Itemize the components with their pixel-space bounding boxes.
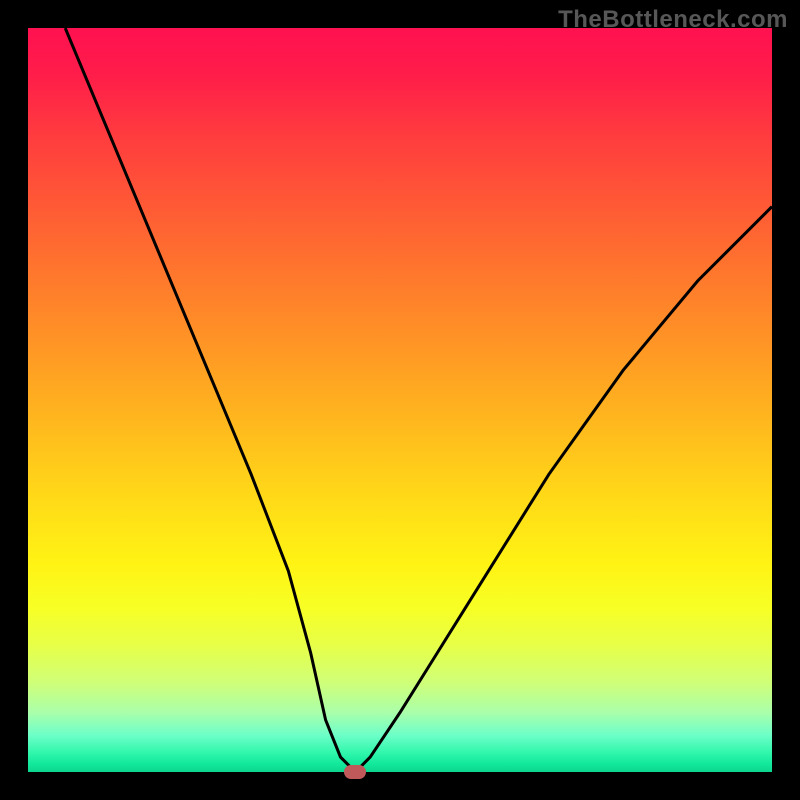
- bottleneck-curve: [28, 28, 772, 772]
- chart-container: TheBottleneck.com: [0, 0, 800, 800]
- curve-path: [65, 28, 772, 772]
- minimum-marker: [344, 765, 366, 779]
- plot-area: [28, 28, 772, 772]
